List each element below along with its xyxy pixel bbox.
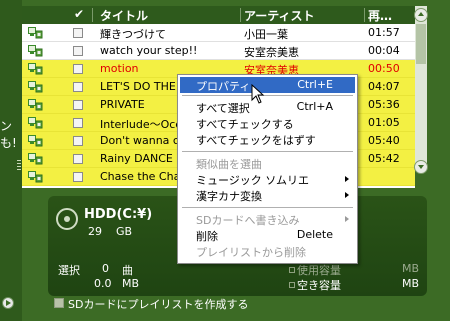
track-title: watch your step!! — [100, 44, 198, 57]
menu-item-label: SDカードへ書き込み — [196, 214, 300, 227]
track-time: 05:40 — [368, 134, 400, 147]
track-icon — [28, 99, 43, 111]
menu-item-label: プレイリストから削除 — [196, 246, 306, 259]
scroll-up-icon[interactable] — [414, 8, 428, 22]
track-icon — [28, 135, 43, 147]
track-title: 輝きつづけて — [100, 28, 166, 41]
submenu-arrow-icon — [345, 176, 349, 182]
track-artist: 安室奈美恵 — [244, 46, 299, 59]
track-icon — [28, 171, 43, 183]
menu-item-shortcut: Delete — [296, 228, 333, 241]
select-count: 0 — [102, 262, 109, 275]
context-menu: プロパティ Ctrl+E すべて選択 Ctrl+A すべてチェックする すべてチェックをは… — [177, 74, 358, 264]
header-artist[interactable]: アーティスト — [244, 7, 315, 24]
track-icon — [28, 117, 43, 129]
list-header: ✔ タイトル アーティスト 再… — [22, 6, 415, 24]
track-icon — [28, 81, 43, 93]
menu-item[interactable]: SDカードへ書き込み — [180, 211, 355, 227]
scroll-down-icon[interactable] — [414, 160, 428, 174]
track-icon — [28, 63, 43, 75]
menu-item-shortcut: Ctrl+A — [296, 100, 333, 113]
sd-playlist-label[interactable]: SDカードにプレイリストを作成する — [68, 296, 248, 312]
drive-unit: GB — [116, 225, 133, 238]
used-legend-icon — [289, 267, 295, 273]
left-strip: ンも! — [0, 0, 22, 321]
expand-arrow-icon[interactable] — [2, 297, 14, 309]
header-time[interactable]: 再… — [368, 7, 392, 24]
track-time: 01:05 — [368, 116, 400, 129]
scrollbar-thumb[interactable] — [416, 24, 426, 64]
menu-item-label: ミュージック ソムリエ — [196, 174, 310, 187]
track-checkbox[interactable] — [73, 172, 83, 182]
menu-item[interactable]: プレイリストから削除 — [180, 243, 355, 259]
menu-item-label: 漢字カナ変換 — [196, 190, 262, 203]
track-time: 00:50 — [368, 62, 400, 75]
track-checkbox[interactable] — [73, 136, 83, 146]
select-count-unit: 曲 — [122, 264, 133, 277]
left-strip-text: ンも! — [0, 119, 17, 150]
track-checkbox[interactable] — [73, 118, 83, 128]
track-icon — [28, 45, 43, 57]
track-icon — [28, 27, 43, 39]
splitter-grip[interactable] — [17, 160, 21, 172]
menu-item-label: プロパティ — [196, 80, 251, 93]
menu-item-label: 削除 — [196, 230, 218, 243]
menu-separator — [182, 151, 353, 152]
menu-separator — [182, 95, 353, 96]
drive-size: 29 — [88, 225, 102, 238]
track-time: 00:04 — [368, 44, 400, 57]
menu-item[interactable]: すべてチェックする — [180, 115, 355, 131]
select-size-unit: MB — [122, 277, 140, 290]
submenu-arrow-icon — [345, 192, 349, 198]
menu-item[interactable]: すべてチェックをはずす — [180, 131, 355, 147]
track-row[interactable]: watch your step!! 安室奈美恵 00:04 — [22, 42, 415, 60]
track-artist: 小田一葉 — [244, 28, 288, 41]
menu-item-label: すべてチェックする — [196, 118, 294, 131]
select-label: 選択 — [58, 264, 80, 277]
track-checkbox[interactable] — [73, 100, 83, 110]
menu-item-shortcut: Ctrl+E — [297, 78, 333, 91]
track-time: 04:07 — [368, 80, 400, 93]
free-label: 空き容量 — [297, 279, 341, 292]
free-unit: MB — [402, 277, 420, 290]
track-checkbox[interactable] — [73, 154, 83, 164]
right-frame — [428, 0, 450, 321]
mouse-cursor-icon — [251, 84, 265, 104]
track-time: 05:42 — [368, 152, 400, 165]
track-icon — [28, 153, 43, 165]
menu-item-label: すべて選択 — [196, 102, 250, 115]
track-checkbox[interactable] — [73, 46, 83, 56]
used-label: 使用容量 — [297, 264, 341, 277]
drive-name: HDD(C:¥) — [84, 207, 153, 222]
track-checkbox[interactable] — [73, 28, 83, 38]
menu-separator — [182, 207, 353, 208]
track-time: 01:57 — [368, 26, 400, 39]
header-check[interactable]: ✔ — [74, 7, 84, 21]
menu-item-label: すべてチェックをはずす — [196, 134, 316, 147]
track-row[interactable]: 輝きつづけて 小田一葉 01:57 — [22, 24, 415, 42]
menu-item-label: 類似曲を選曲 — [196, 158, 262, 171]
menu-item[interactable]: 類似曲を選曲 — [180, 155, 355, 171]
free-legend-icon — [289, 282, 295, 288]
track-checkbox[interactable] — [73, 82, 83, 92]
sd-playlist-checkbox[interactable] — [54, 298, 64, 308]
submenu-arrow-icon — [345, 216, 349, 222]
used-unit: MB — [402, 262, 420, 275]
menu-item[interactable]: プロパティ Ctrl+E — [180, 77, 355, 93]
menu-item[interactable]: 漢字カナ変換 — [180, 187, 355, 203]
hdd-icon — [56, 208, 78, 230]
menu-item[interactable]: 削除 Delete — [180, 227, 355, 243]
track-checkbox[interactable] — [73, 64, 83, 74]
menu-item[interactable]: ミュージック ソムリエ — [180, 171, 355, 187]
menu-item[interactable]: すべて選択 Ctrl+A — [180, 99, 355, 115]
select-size: 0.0 — [94, 277, 112, 290]
header-title[interactable]: タイトル — [100, 7, 148, 24]
track-time: 05:36 — [368, 98, 400, 111]
